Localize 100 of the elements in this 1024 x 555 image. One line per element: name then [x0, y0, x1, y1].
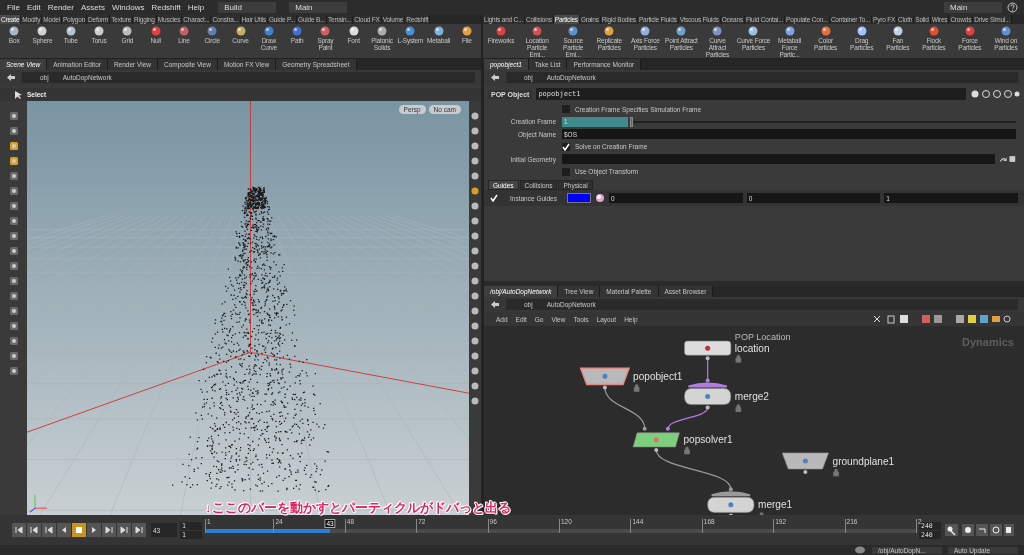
help-icon[interactable]: [1007, 2, 1018, 13]
tool-icon: [927, 25, 940, 37]
node-name: popsolver1: [683, 434, 733, 446]
network-tools-icon[interactable]: [872, 314, 1012, 324]
tool-icon: [639, 25, 652, 37]
tool-icon: [149, 25, 162, 37]
color-swatch[interactable]: [567, 193, 591, 203]
playback-button[interactable]: [117, 523, 131, 537]
menu-item[interactable]: File: [6, 3, 21, 12]
tool-icon: [262, 25, 275, 37]
network-node[interactable]: [707, 487, 755, 515]
tool-icon[interactable]: [8, 351, 19, 361]
tool-icon: [432, 25, 445, 37]
tool-icon[interactable]: [8, 231, 19, 241]
skip-start-icon: [15, 526, 23, 534]
tool-icon: [460, 25, 473, 37]
file-field[interactable]: [562, 154, 995, 165]
lock-icon[interactable]: [833, 468, 839, 477]
menu-item[interactable]: Render: [46, 3, 75, 12]
tool-icon: [319, 25, 332, 37]
network-node[interactable]: [781, 452, 829, 475]
checkbox[interactable]: [562, 142, 570, 151]
file-chooser-icon[interactable]: [998, 155, 1016, 164]
playback-button[interactable]: [87, 523, 101, 537]
lock-icon[interactable]: [735, 354, 742, 363]
tool-icon[interactable]: [8, 141, 19, 151]
color-wheel-icon[interactable]: [595, 193, 605, 203]
tool-icon: [177, 25, 190, 37]
wire: [707, 357, 709, 381]
network-node[interactable]: [684, 378, 732, 410]
menu-item[interactable]: Edit: [25, 3, 42, 12]
tool-icon: [783, 25, 796, 37]
tool-icon: [711, 25, 724, 37]
back-arrow-icon[interactable]: [490, 73, 500, 82]
tool-icon[interactable]: [8, 111, 19, 121]
playback-button[interactable]: [102, 523, 116, 537]
tool-icon[interactable]: [8, 186, 19, 196]
skip-end-icon: [135, 526, 143, 534]
tool-icon[interactable]: [8, 321, 19, 331]
tool-icon[interactable]: [8, 171, 19, 181]
tool-icon[interactable]: [8, 156, 19, 166]
step-back-icon: [45, 526, 53, 534]
slider-handle[interactable]: [630, 116, 633, 127]
back-arrow-icon[interactable]: [490, 300, 500, 309]
tool-icon: [36, 25, 49, 37]
next-key-icon: [120, 526, 128, 534]
tool-icon[interactable]: [8, 261, 19, 271]
tool-icon[interactable]: [8, 246, 19, 256]
network-node[interactable]: [632, 426, 680, 452]
speech-bubble-icon: [854, 545, 866, 555]
checkbox[interactable]: [562, 167, 570, 176]
network-node[interactable]: [579, 367, 631, 390]
checkbox[interactable]: [490, 194, 498, 202]
parameter-tools-icon[interactable]: [970, 89, 1020, 99]
menu-item[interactable]: Help: [186, 3, 206, 12]
tool-icon: [64, 25, 77, 37]
tool-icon[interactable]: [8, 126, 19, 136]
menu-item[interactable]: Redshift: [150, 3, 182, 12]
playbar-tools-icon[interactable]: [944, 523, 1014, 537]
wire: [604, 386, 646, 430]
play-icon: [90, 526, 98, 534]
workspace-dropdown[interactable]: Main: [944, 2, 1002, 13]
tool-icon[interactable]: [8, 291, 19, 301]
lock-icon[interactable]: [633, 384, 640, 392]
tool-icon: [855, 25, 868, 37]
node-name: merge1: [758, 499, 793, 511]
tool-icon: [495, 25, 508, 37]
prev-key-icon: [30, 526, 38, 534]
tool-icon: [675, 25, 688, 37]
menu-item[interactable]: Windows: [110, 3, 146, 12]
tool-icon: [567, 25, 580, 37]
tool-icon[interactable]: [8, 276, 19, 286]
lock-icon[interactable]: [735, 404, 742, 412]
desktop-dropdown[interactable]: Build: [218, 2, 277, 13]
tool-icon[interactable]: [8, 306, 19, 316]
node-name: groundplane1: [832, 455, 895, 467]
tool-icon[interactable]: [8, 201, 19, 211]
playback-button[interactable]: [57, 523, 71, 537]
network-node[interactable]: [684, 340, 732, 361]
tool-icon[interactable]: [8, 216, 19, 226]
workspace-dropdown[interactable]: Main: [289, 2, 348, 13]
playback-button[interactable]: [12, 523, 26, 537]
checkbox[interactable]: [562, 105, 570, 114]
lock-icon[interactable]: [684, 446, 690, 455]
tool-icon: [819, 25, 832, 37]
playback-button[interactable]: [27, 523, 41, 537]
stop-icon: [75, 526, 83, 534]
tool-icon[interactable]: [8, 366, 19, 376]
node-name: popobject1: [633, 370, 683, 382]
playback-button[interactable]: [72, 523, 86, 537]
tool-icon: [234, 25, 247, 37]
tool-icon: [999, 25, 1012, 37]
tool-icon[interactable]: [8, 336, 19, 346]
playback-button[interactable]: [42, 523, 56, 537]
tool-icon: [531, 25, 544, 37]
menu-item[interactable]: Assets: [79, 3, 106, 12]
tool-icon: [347, 25, 360, 37]
back-arrow-icon[interactable]: [6, 73, 16, 82]
playback-button[interactable]: [132, 523, 146, 537]
tool-icon: [603, 25, 616, 37]
